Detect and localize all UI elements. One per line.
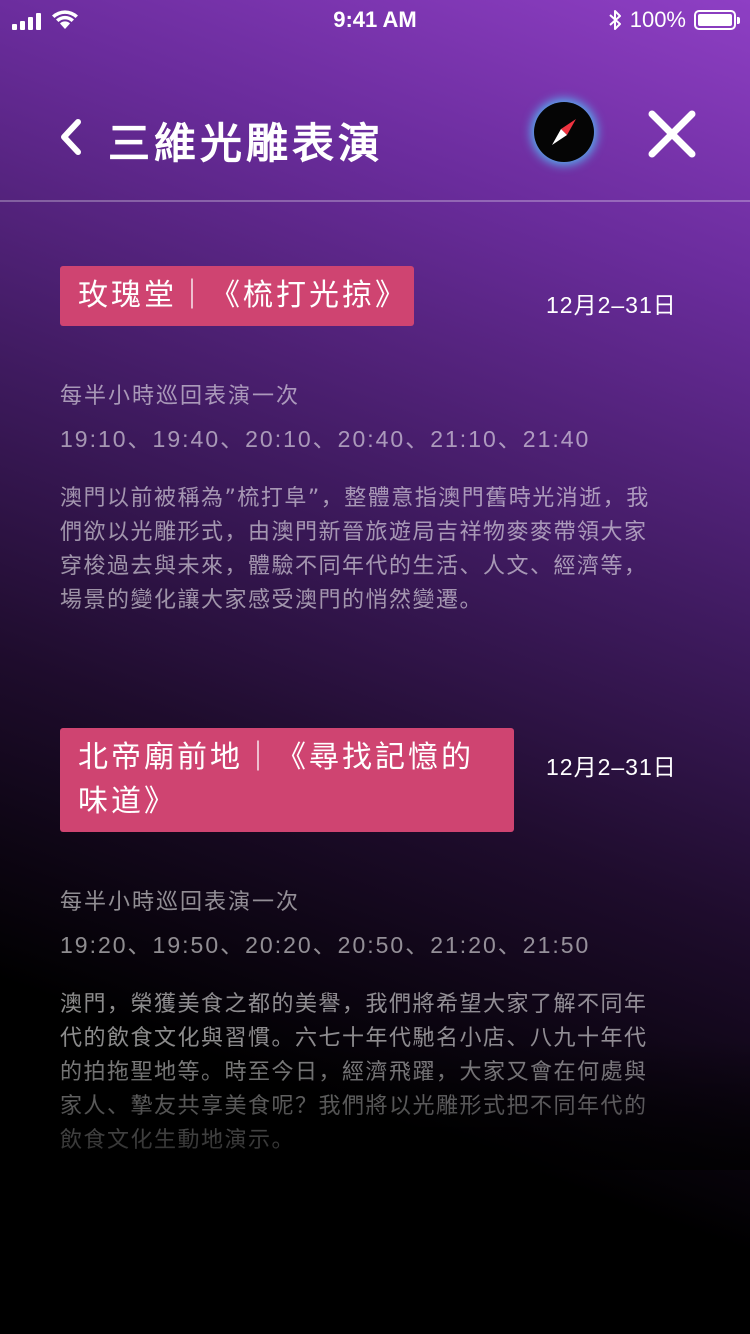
event-location-tag: 北帝廟前地｜《尋找記憶的味道》 (60, 728, 514, 832)
event-date: 12月2–31日 (546, 754, 677, 780)
battery-icon (694, 10, 740, 30)
event-times: 19:10、19:40、20:10、20:40、21:10、21:40 (60, 426, 591, 452)
chevron-left-icon (61, 119, 81, 155)
event-description: 澳門，榮獲美食之都的美譽，我們將希望大家了解不同年代的飲食文化與習慣。六七十年代… (60, 992, 648, 1153)
status-right: 100% (608, 7, 740, 33)
page-title: 三維光雕表演 (108, 119, 385, 168)
close-icon (648, 110, 696, 158)
nav-bar: 三維光雕表演 (0, 88, 750, 184)
event-location-tag: 玫瑰堂｜《梳打光掠》 (60, 266, 414, 326)
event-frequency: 每半小時巡回表演一次 (60, 384, 301, 409)
event-date: 12月2–31日 (546, 292, 677, 318)
events-list: 玫瑰堂｜《梳打光掠》 12月2–31日 每半小時巡回表演一次 19:10、19:… (0, 202, 750, 1334)
compass-icon (552, 119, 576, 145)
event-frequency: 每半小時巡回表演一次 (60, 890, 301, 915)
status-bar: 9:41 AM 100% (0, 0, 750, 40)
compass-button[interactable] (534, 102, 594, 162)
event-times: 19:20、19:50、20:20、20:50、21:20、21:50 (60, 932, 591, 958)
event-description: 澳門以前被稱為”梳打阜”，整體意指澳門舊時光消逝，我們欲以光雕形式，由澳門新晉旅… (60, 486, 650, 613)
close-button[interactable] (646, 108, 698, 160)
battery-percentage: 100% (629, 7, 686, 32)
back-button[interactable] (56, 118, 88, 156)
bluetooth-icon (609, 10, 621, 30)
